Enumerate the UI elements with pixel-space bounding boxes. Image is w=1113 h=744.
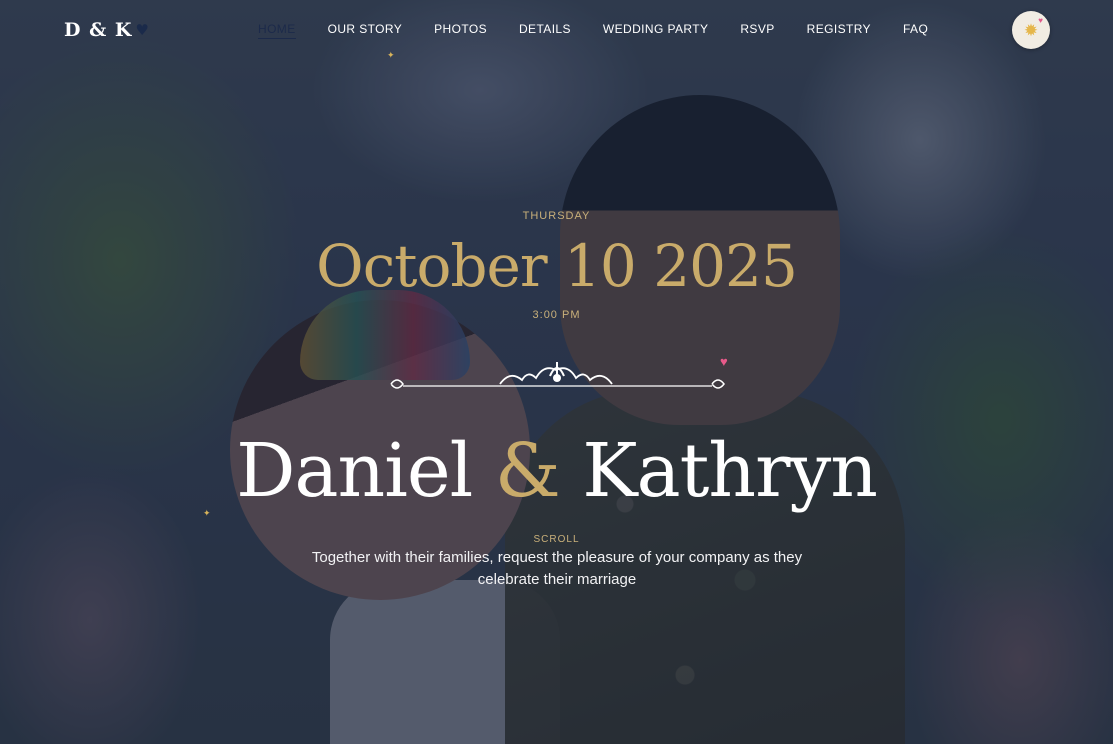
nav-item-home[interactable]: HOME (258, 22, 296, 39)
theme-toggle-button[interactable]: ✹ ♥ (1012, 11, 1050, 49)
heart-icon: ♥ (720, 354, 728, 369)
nav-item-photos[interactable]: PHOTOS (434, 22, 487, 39)
heart-icon: ♥ (1038, 16, 1043, 25)
scroll-indicator[interactable]: SCROLL (0, 534, 1113, 545)
site-logo[interactable]: D & K ♥ (64, 19, 150, 41)
ornamental-divider (390, 362, 725, 389)
nav-item-details[interactable]: DETAILS (519, 22, 571, 39)
nav-item-our-story[interactable]: OUR STORY (328, 22, 403, 39)
logo-text: D & K (64, 19, 133, 41)
first-name: Daniel (236, 428, 473, 514)
second-name: Kathryn (582, 428, 878, 514)
hero-section: ✦ ✦ D & K ♥ HOME OUR STORY PHOTOS DETAIL… (0, 0, 1113, 744)
ampersand: & (494, 428, 561, 514)
wedding-day: THURSDAY (522, 210, 591, 222)
nav-item-registry[interactable]: REGISTRY (807, 22, 871, 39)
nav-item-faq[interactable]: FAQ (903, 22, 928, 39)
nav-menu: HOME OUR STORY PHOTOS DETAILS WEDDING PA… (258, 22, 960, 39)
couple-names: Daniel & Kathryn (0, 428, 1113, 514)
top-navigation: D & K ♥ HOME OUR STORY PHOTOS DETAILS WE… (0, 0, 1113, 60)
nav-item-wedding-party[interactable]: WEDDING PARTY (603, 22, 708, 39)
nav-item-rsvp[interactable]: RSVP (740, 22, 774, 39)
heart-icon: ♥ (135, 21, 150, 39)
sun-icon: ✹ (1023, 20, 1039, 40)
wedding-time: 3:00 PM (532, 309, 581, 321)
invitation-text: Together with their families, request th… (311, 549, 803, 588)
wedding-date: October 10 2025 (316, 232, 798, 300)
